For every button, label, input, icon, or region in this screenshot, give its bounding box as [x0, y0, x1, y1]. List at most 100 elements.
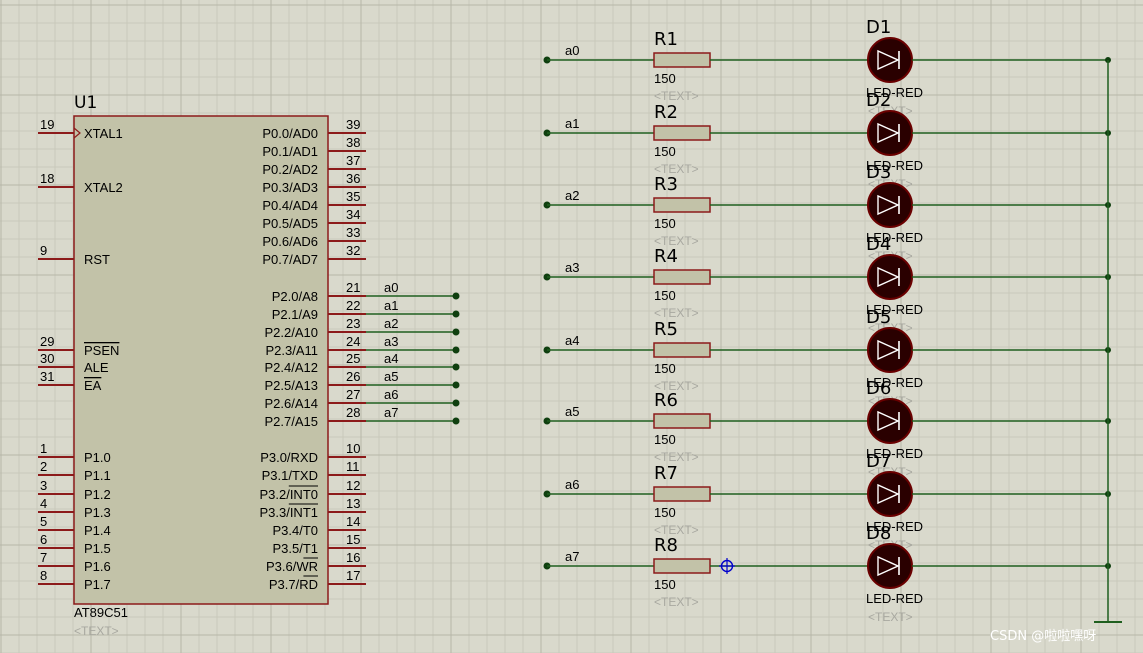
led-ref: D2 — [866, 90, 891, 111]
resistor-body[interactable] — [653, 269, 711, 285]
chip-pin-label: P3.4/T0 — [272, 523, 318, 538]
net-label: a0 — [565, 43, 579, 58]
chip-pin-label: XTAL2 — [84, 180, 123, 195]
chip-pin-number: 23 — [346, 316, 360, 331]
chip-pin-number: 2 — [40, 459, 47, 474]
net-label: a2 — [565, 188, 579, 203]
chip-pin-label: P0.0/AD0 — [262, 126, 318, 141]
chip-pin-label: P0.2/AD2 — [262, 162, 318, 177]
resistor-text-placeholder: <TEXT> — [654, 450, 699, 464]
net-terminal[interactable] — [452, 292, 460, 300]
schematic-canvas[interactable]: U1AT89C51<TEXT>19XTAL118XTAL29RST29PSEN3… — [0, 0, 1143, 653]
net-label: a5 — [565, 404, 579, 419]
chip-pin-label: XTAL1 — [84, 126, 123, 141]
chip-pin-number: 35 — [346, 189, 360, 204]
led-body[interactable] — [867, 254, 913, 300]
chip-pin-number: 29 — [40, 334, 54, 349]
net-label: a6 — [384, 387, 398, 402]
chip-pin-label: P3.6/WR — [266, 559, 318, 574]
chip-pin-label: P0.3/AD3 — [262, 180, 318, 195]
chip-pin-number: 18 — [40, 171, 54, 186]
resistor-ref: R8 — [654, 535, 678, 556]
chip-pin-number: 7 — [40, 550, 47, 565]
resistor-value: 150 — [654, 361, 676, 376]
net-terminal[interactable] — [452, 417, 460, 425]
resistor-value: 150 — [654, 216, 676, 231]
chip-pin-number: 25 — [346, 351, 360, 366]
chip-pin-number: 14 — [346, 514, 360, 529]
resistor-value: 150 — [654, 288, 676, 303]
led-channel: a4R5150<TEXT>D5LED-RED<TEXT> — [543, 307, 1111, 408]
net-terminal[interactable] — [452, 346, 460, 354]
chip-pin-label: RST — [84, 252, 110, 267]
resistor-body[interactable] — [653, 558, 711, 574]
led-body[interactable] — [867, 110, 913, 156]
net-label: a3 — [384, 334, 398, 349]
chip-pin-label: P2.7/A15 — [265, 414, 319, 429]
chip-pin-number: 30 — [40, 351, 54, 366]
led-channel: a5R6150<TEXT>D6LED-RED<TEXT> — [543, 378, 1111, 479]
chip-pin-label: P3.0/RXD — [260, 450, 318, 465]
led-body[interactable] — [867, 471, 913, 517]
led-ref: D7 — [866, 451, 891, 472]
chip-pin-number: 31 — [40, 369, 54, 384]
net-terminal[interactable] — [452, 399, 460, 407]
led-body[interactable] — [867, 398, 913, 444]
net-label: a0 — [384, 280, 398, 295]
chip-pin-number: 16 — [346, 550, 360, 565]
chip-pin-label: P2.3/A11 — [265, 343, 318, 358]
chip-pin-label: P1.2 — [84, 487, 111, 502]
led-ref: D4 — [866, 234, 891, 255]
resistor-ref: R7 — [654, 463, 678, 484]
chip-pin-label: P1.6 — [84, 559, 111, 574]
chip-pin-label: P1.5 — [84, 541, 111, 556]
chip-pin-number: 8 — [40, 568, 47, 583]
chip-pin-label: EA — [84, 378, 102, 393]
resistor-body[interactable] — [653, 413, 711, 429]
resistor-body[interactable] — [653, 342, 711, 358]
resistor-text-placeholder: <TEXT> — [654, 306, 699, 320]
resistor-value: 150 — [654, 432, 676, 447]
net-label: a1 — [384, 298, 398, 313]
led-text-placeholder: <TEXT> — [868, 610, 913, 624]
chip-pin-number: 27 — [346, 387, 360, 402]
net-terminal[interactable] — [452, 363, 460, 371]
chip-pin-number: 12 — [346, 478, 360, 493]
resistor-body[interactable] — [653, 125, 711, 141]
led-body[interactable] — [867, 543, 913, 589]
microcontroller-u1[interactable]: U1AT89C51<TEXT>19XTAL118XTAL29RST29PSEN3… — [38, 93, 460, 638]
resistor-value: 150 — [654, 505, 676, 520]
chip-pin-label: P2.6/A14 — [265, 396, 319, 411]
chip-pin-label: P0.4/AD4 — [262, 198, 318, 213]
resistor-body[interactable] — [653, 486, 711, 502]
resistor-body[interactable] — [653, 197, 711, 213]
chip-pin-label: P2.1/A9 — [272, 307, 318, 322]
chip-pin-label: P1.3 — [84, 505, 111, 520]
net-label: a7 — [384, 405, 398, 420]
chip-pin-label: P1.1 — [84, 468, 111, 483]
net-terminal[interactable] — [452, 381, 460, 389]
chip-pin-label: P3.7/RD — [269, 577, 318, 592]
resistor-body[interactable] — [653, 52, 711, 68]
led-ref: D5 — [866, 307, 891, 328]
resistor-ref: R6 — [654, 390, 678, 411]
resistor-ref: R4 — [654, 246, 678, 267]
chip-pin-label: P1.0 — [84, 450, 111, 465]
net-terminal[interactable] — [452, 328, 460, 336]
resistor-text-placeholder: <TEXT> — [654, 89, 699, 103]
net-terminal[interactable] — [452, 310, 460, 318]
led-body[interactable] — [867, 37, 913, 83]
chip-pin-number: 19 — [40, 117, 54, 132]
led-body[interactable] — [867, 182, 913, 228]
chip-pin-number: 37 — [346, 153, 360, 168]
led-body[interactable] — [867, 327, 913, 373]
chip-pin-number: 32 — [346, 243, 360, 258]
led-ref: D8 — [866, 523, 891, 544]
chip-pin-number: 28 — [346, 405, 360, 420]
net-label: a5 — [384, 369, 398, 384]
net-label: a4 — [384, 351, 398, 366]
chip-pin-label: P0.7/AD7 — [262, 252, 318, 267]
chip-pin-number: 3 — [40, 478, 47, 493]
chip-pin-number: 34 — [346, 207, 360, 222]
chip-pin-number: 4 — [40, 496, 47, 511]
